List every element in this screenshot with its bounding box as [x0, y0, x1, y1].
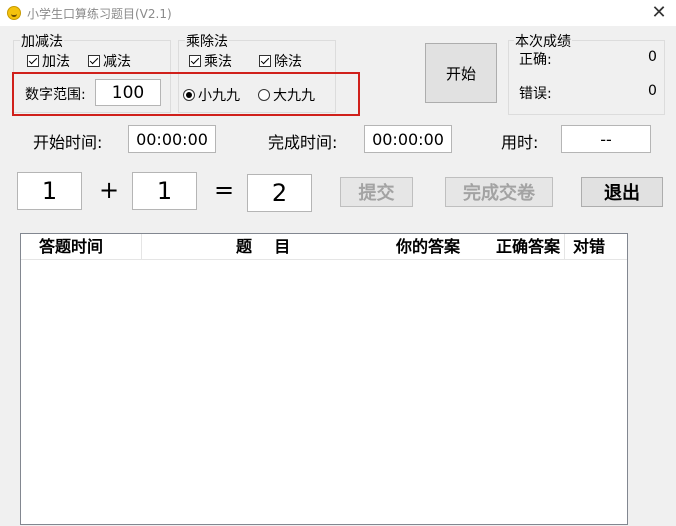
- big-table-radio-dot[interactable]: [258, 89, 270, 101]
- answer-input[interactable]: 2: [247, 174, 312, 212]
- add-sub-group-label: 加减法: [20, 31, 64, 51]
- operator: +: [99, 176, 120, 204]
- mul-checkbox-label: 乘法: [204, 54, 232, 70]
- correct-value: 0: [648, 49, 657, 65]
- wrong-value: 0: [648, 83, 657, 99]
- submit-button[interactable]: 提交: [340, 177, 413, 207]
- score-group-label: 本次成绩: [514, 31, 572, 51]
- column-header-your-answer[interactable]: 你的答案: [396, 234, 460, 259]
- finish-exam-button[interactable]: 完成交卷: [445, 177, 553, 207]
- results-table-header: 答题时间 题 目 你的答案 正确答案 对错: [21, 234, 627, 260]
- start-time-value: 00:00:00: [128, 125, 216, 153]
- equals-sign: =: [214, 176, 235, 204]
- small-table-radio-dot[interactable]: [183, 89, 195, 101]
- results-table-gutter: [628, 233, 650, 525]
- div-checkbox-box[interactable]: [259, 55, 271, 67]
- results-table[interactable]: 答题时间 题 目 你的答案 正确答案 对错: [20, 233, 628, 525]
- div-checkbox-label: 除法: [274, 54, 302, 70]
- mul-div-group-label: 乘除法: [185, 31, 229, 51]
- start-button[interactable]: 开始: [425, 43, 497, 103]
- sub-checkbox-box[interactable]: [88, 55, 100, 67]
- close-icon[interactable]: ✕: [642, 0, 676, 26]
- small-table-radio[interactable]: 小九九: [183, 85, 240, 105]
- mul-checkbox[interactable]: 乘法: [189, 51, 232, 71]
- big-table-label: 大九九: [273, 88, 315, 104]
- used-time-value: --: [561, 125, 651, 153]
- column-header-correct-answer[interactable]: 正确答案: [496, 234, 560, 259]
- finish-time-value: 00:00:00: [364, 125, 452, 153]
- sub-checkbox[interactable]: 减法: [88, 51, 131, 71]
- window-title: 小学生口算练习题目(V2.1): [27, 7, 172, 21]
- column-header-question[interactable]: 题 目: [236, 234, 290, 259]
- finish-time-label: 完成时间:: [268, 133, 338, 152]
- column-header-time[interactable]: 答题时间: [39, 234, 103, 259]
- app-icon: [7, 6, 21, 20]
- range-input[interactable]: 100: [95, 79, 161, 106]
- add-checkbox-label: 加法: [42, 54, 70, 70]
- used-time-label: 用时:: [501, 133, 539, 152]
- exit-button[interactable]: 退出: [581, 177, 663, 207]
- range-label: 数字范围:: [25, 87, 86, 103]
- add-checkbox[interactable]: 加法: [27, 51, 70, 71]
- operand-b: 1: [132, 172, 197, 210]
- add-checkbox-box[interactable]: [27, 55, 39, 67]
- wrong-label: 错误:: [519, 86, 552, 102]
- column-header-result[interactable]: 对错: [573, 234, 605, 259]
- sub-checkbox-label: 减法: [103, 54, 131, 70]
- mul-checkbox-box[interactable]: [189, 55, 201, 67]
- title-bar: 小学生口算练习题目(V2.1) ✕: [0, 0, 676, 26]
- operand-a: 1: [17, 172, 82, 210]
- start-time-label: 开始时间:: [33, 133, 103, 152]
- correct-label: 正确:: [519, 52, 552, 68]
- big-table-radio[interactable]: 大九九: [258, 85, 315, 105]
- div-checkbox[interactable]: 除法: [259, 51, 302, 71]
- small-table-label: 小九九: [198, 88, 240, 104]
